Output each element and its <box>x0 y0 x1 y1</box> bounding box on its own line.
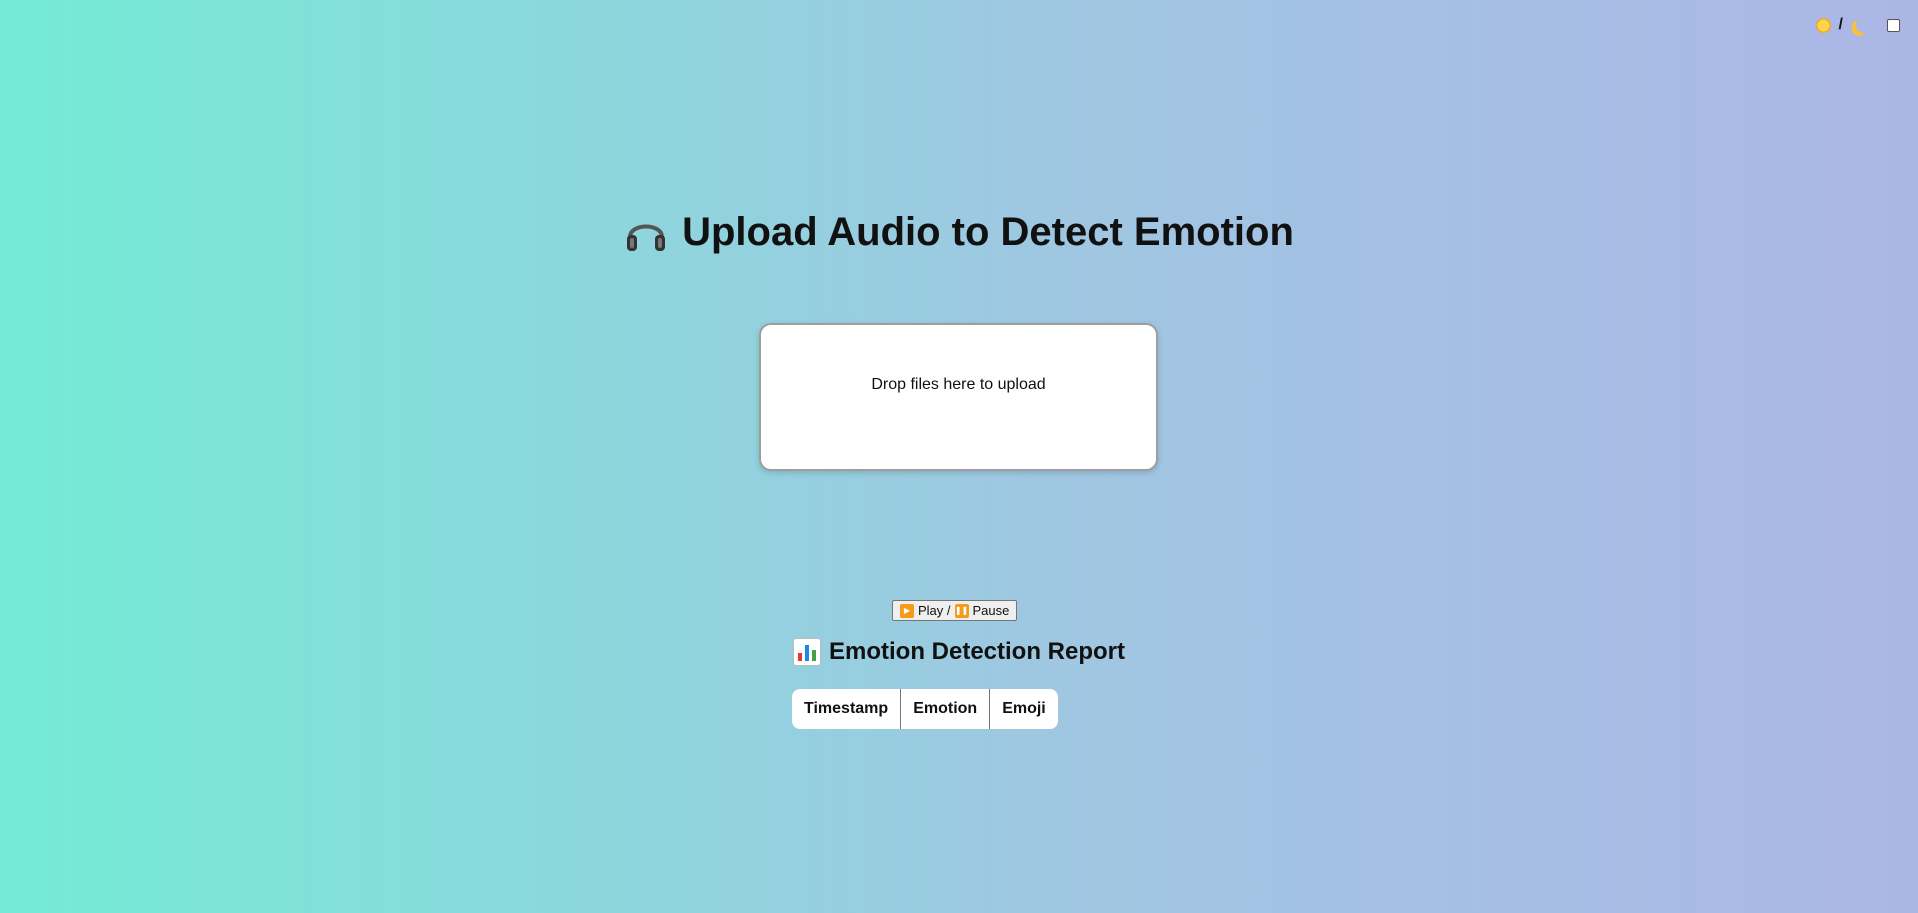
sun-icon <box>1815 17 1831 33</box>
emotion-report-table: Timestamp Emotion Emoji <box>792 689 1058 729</box>
column-header-emotion: Emotion <box>900 689 991 729</box>
headphones-icon <box>627 224 666 251</box>
report-title: Emotion Detection Report <box>0 638 1918 666</box>
theme-toggle: / <box>1815 16 1900 35</box>
pause-label: Pause <box>972 603 1010 618</box>
theme-separator: / <box>1838 16 1843 33</box>
pause-icon: ❚❚ <box>954 603 969 618</box>
bar-chart-icon <box>792 638 821 666</box>
play-label: Play / <box>918 603 951 618</box>
column-header-emoji: Emoji <box>1002 700 1046 717</box>
table-header-row: Timestamp Emotion Emoji <box>792 689 1058 729</box>
page-title: Upload Audio to Detect Emotion <box>0 210 1918 255</box>
moon-icon <box>1855 16 1874 35</box>
column-header-timestamp: Timestamp <box>792 689 902 729</box>
drop-prompt: Drop files here to upload <box>871 376 1046 393</box>
page-title-text: Upload Audio to Detect Emotion <box>682 210 1294 254</box>
theme-toggle-checkbox[interactable] <box>1887 18 1900 32</box>
play-pause-button[interactable]: ▶ Play / ❚❚ Pause <box>892 600 1018 621</box>
file-drop-zone[interactable]: Drop files here to upload <box>759 323 1158 471</box>
play-icon: ▶ <box>900 603 914 618</box>
report-title-text: Emotion Detection Report <box>828 638 1125 665</box>
